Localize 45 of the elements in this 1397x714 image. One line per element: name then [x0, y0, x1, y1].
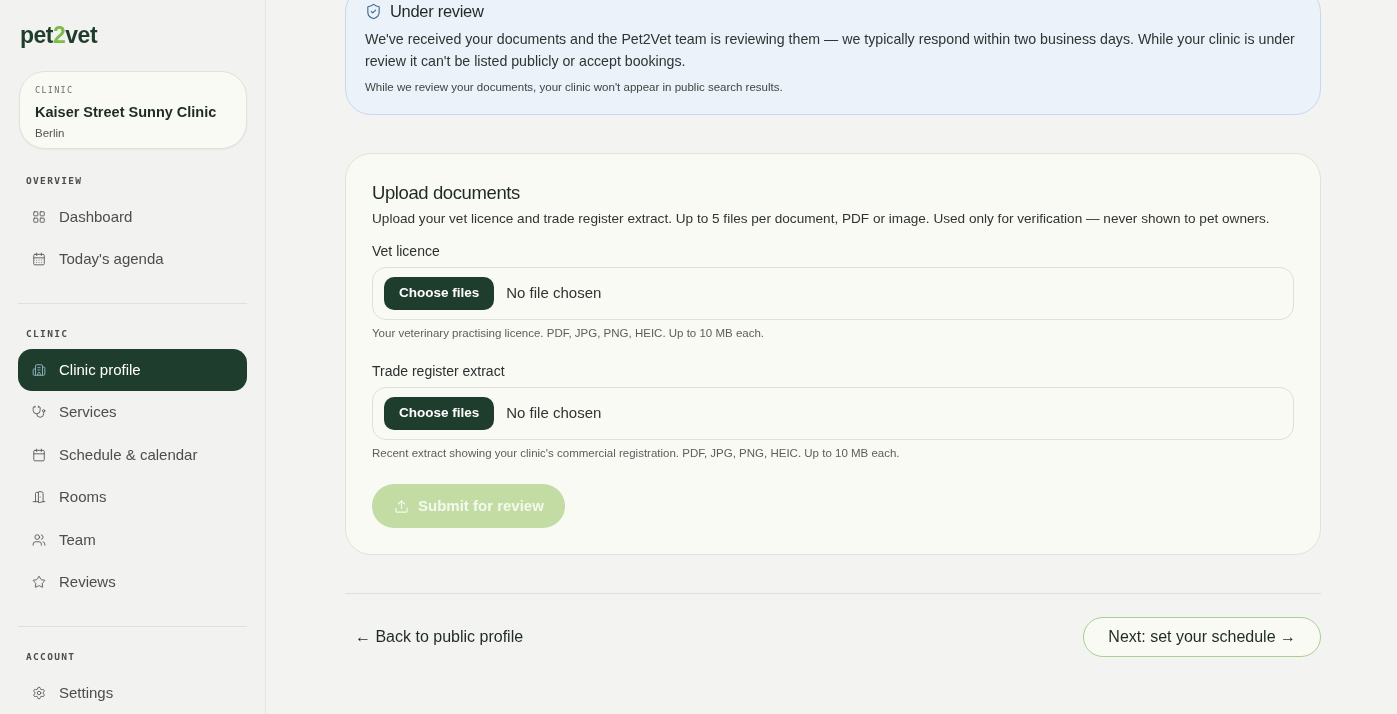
calendar-icon — [32, 447, 46, 462]
grid-icon — [32, 209, 46, 224]
field-label: Trade register extract — [372, 362, 505, 380]
clinic-label: CLINIC — [35, 84, 74, 96]
next-button[interactable]: Next: set your schedule → — [1083, 617, 1321, 657]
clinic-city: Berlin — [35, 126, 65, 141]
upload-description: Upload your vet licence and trade register extract. Up to 5 files per document, PDF or image. Used only for verification — never shown to pet owners. — [372, 210, 1270, 228]
logo[interactable]: pet2vet — [20, 22, 98, 48]
calendar-icon — [32, 252, 46, 267]
section-heading: OVERVIEW — [26, 173, 83, 188]
nav-item[interactable]: Today's agenda — [18, 238, 247, 281]
nav-item[interactable]: Dashboard — [18, 195, 247, 238]
section-heading: ACCOUNT — [26, 649, 76, 664]
upload-icon — [394, 498, 409, 514]
building-icon — [32, 362, 46, 377]
door-icon — [32, 490, 46, 505]
star-icon — [32, 575, 46, 590]
nav-item[interactable]: Team — [18, 518, 247, 561]
nav-item[interactable]: Clinic profile — [18, 348, 247, 391]
back-link[interactable]: ← Back to public profile — [355, 626, 524, 648]
nav-item[interactable]: Rooms — [18, 476, 247, 519]
settings-icon — [32, 685, 46, 700]
nav-item[interactable]: Settings — [18, 671, 247, 714]
users-icon — [32, 532, 46, 547]
field-label: Vet licence — [372, 242, 440, 260]
nav-item[interactable]: Services — [18, 391, 247, 434]
section-heading: CLINIC — [26, 326, 69, 341]
file-status: No file chosen — [506, 283, 602, 304]
clinic-card[interactable]: CLINIC Kaiser Street Sunny Clinic Berlin — [19, 71, 247, 149]
notice-title: Under review — [390, 1, 484, 21]
file-input-field[interactable]: Choose files No file chosen — [372, 387, 1294, 440]
file-status: No file chosen — [506, 403, 602, 424]
choose-files-button[interactable]: Choose files — [384, 277, 495, 310]
stethoscope-icon — [32, 405, 46, 420]
clinic-name: Kaiser Street Sunny Clinic — [35, 103, 217, 122]
field-hint: Your veterinary practising licence. PDF, JPG, PNG, HEIC. Up to 10 MB each. — [372, 326, 764, 340]
field-hint: Recent extract showing your clinic's commercial registration. PDF, JPG, PNG, HEIC. Up to 10 MB each. — [372, 446, 900, 460]
notice-note: While we review your documents, your clinic won't appear in public search results. — [365, 80, 784, 95]
notice-body: We've received your documents and the Pet2Vet team is reviewing them — we typically respond within two business days. While your clinic is under review it can't be listed publicly or accept bookings. — [365, 30, 1296, 71]
choose-files-button[interactable]: Choose files — [384, 397, 495, 430]
file-input-field[interactable]: Choose files No file chosen — [372, 267, 1294, 320]
shield-check-icon — [365, 2, 382, 20]
nav-item[interactable]: Schedule & calendar — [18, 433, 247, 476]
upload-title: Upload documents — [372, 182, 520, 204]
nav-item[interactable]: Reviews — [18, 561, 247, 604]
